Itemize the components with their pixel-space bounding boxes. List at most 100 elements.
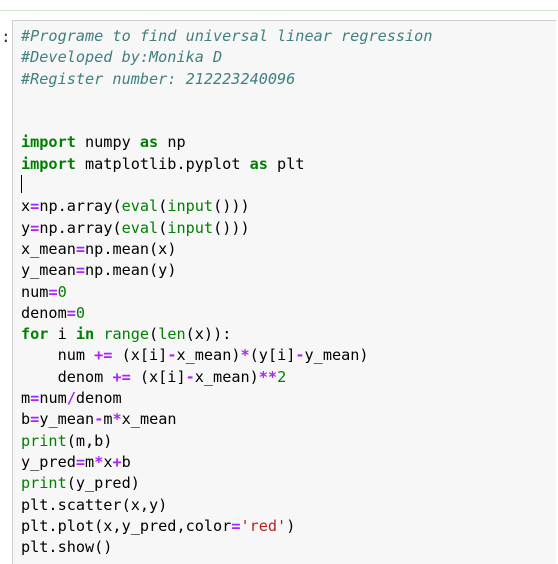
code-token: = [30,389,40,408]
code-line: import numpy as np [21,132,432,153]
code-token: eval [121,197,159,216]
code-line: plt.show() [21,537,432,558]
code-token: 0 [57,282,67,301]
code-line: #Developed by:Monika D [21,47,432,68]
code-line: for i in range(len(x)): [21,324,432,345]
code-token: + [112,452,122,471]
code-token: np.array( [39,197,122,216]
code-line: print(m,b) [21,431,432,452]
code-token: input [167,218,214,237]
code-token: as [249,154,268,173]
code-token: / [66,389,76,408]
code-token: m [85,452,95,471]
code-token: import [21,154,76,173]
code-token: i [48,325,76,344]
code-token: = [75,452,86,471]
code-token: 0 [75,303,86,322]
code-token: = [30,218,40,237]
code-token: (y_pred) [66,474,140,493]
code-line: denom += (x[i]-x_mean)**2 [21,367,432,388]
code-token: x_mean) [176,346,241,365]
code-token: ())) [213,218,250,237]
code-line: plt.scatter(x,y) [21,495,432,516]
code-token: #Programe to find universal linear regre… [21,27,433,45]
code-token: denom [75,389,122,408]
code-token: #Developed by:Monika D [21,48,223,67]
code-token: numpy [75,133,140,152]
code-token: np.mean(y) [85,261,177,280]
code-token: ( [149,325,159,344]
code-token: import [21,133,76,152]
code-token: = [75,239,86,258]
code-token: y [21,218,31,237]
code-token: x [21,197,31,216]
code-token: ( [158,218,168,237]
code-token: - [295,346,305,365]
code-token: num [21,346,95,365]
code-token: ) [286,516,296,535]
code-token: = [66,303,76,322]
code-token: (y[i] [249,346,296,365]
code-token: += [112,367,131,386]
code-token: x_mean [21,239,76,258]
code-token: ** [258,367,278,386]
code-token: = [48,282,58,301]
text-cursor [21,175,22,194]
code-line: num=0 [21,282,432,303]
code-line [21,175,432,196]
code-token: * [240,346,250,365]
code-token: (x[i] [130,367,186,386]
code-token: - [185,367,195,386]
code-token: x [103,452,113,471]
code-line: print(y_pred) [21,473,432,494]
code-token: x_mean [121,410,177,429]
code-line: #Register number: 212223240096 [21,69,432,90]
code-line: x=np.array(eval(input())) [21,196,432,217]
code-token: = [30,410,40,429]
code-token: - [94,410,104,429]
code-token: range [103,325,150,344]
code-token: plt.plot(x,y_pred,color [21,516,232,535]
code-line: #Programe to find universal linear regre… [21,26,432,47]
code-token: * [112,410,122,429]
code-token: += [94,346,113,365]
code-token: b [21,410,31,429]
code-token: 2 [277,367,287,386]
code-token: #Register number: 212223240096 [21,69,296,88]
code-token: (x)): [185,325,232,344]
code-token: denom [21,367,113,386]
code-token: 'red' [240,516,287,535]
code-line: num += (x[i]-x_mean)*(y[i]-y_mean) [21,345,432,366]
code-token: y_pred [21,452,76,471]
code-token: matplotlib.pyplot [75,154,250,173]
code-line: plt.plot(x,y_pred,color='red') [21,516,432,537]
code-token: m [21,389,31,408]
code-editor[interactable]: #Programe to find universal linear regre… [21,26,432,558]
code-token: num [39,389,67,408]
code-line: b=y_mean-m*x_mean [21,409,432,430]
code-cell[interactable]: #Programe to find universal linear regre… [12,20,556,564]
code-token: y_mean [39,410,95,429]
code-token: plt.scatter(x,y) [21,495,168,514]
code-token: x_mean) [194,367,259,386]
code-token: * [94,452,104,471]
code-token: y_mean [21,261,76,280]
code-token: num [21,282,49,301]
code-token: plt [267,154,305,173]
code-token: = [30,197,40,216]
cell-prompt: : [1,27,11,46]
code-line: x_mean=np.mean(x) [21,239,432,260]
code-token: b [121,452,131,471]
code-token: ())) [213,197,250,216]
code-line: y=np.array(eval(input())) [21,218,432,239]
code-token: y_mean) [304,346,369,365]
code-line: denom=0 [21,303,432,324]
code-token: = [75,261,86,280]
code-token: for [21,325,49,344]
code-line: import matplotlib.pyplot as plt [21,154,432,175]
code-token: (x[i] [112,346,168,365]
cell-divider [0,10,558,11]
